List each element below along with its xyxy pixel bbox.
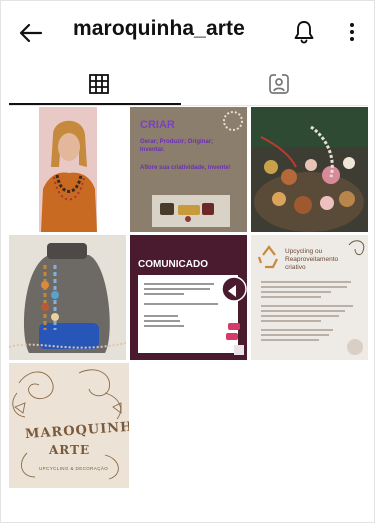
post-heading: Upcycling ou bbox=[285, 248, 323, 255]
logo-brand-line2: ARTE bbox=[49, 443, 91, 457]
profile-username: maroquinha_arte bbox=[73, 17, 245, 40]
grid-icon bbox=[89, 74, 109, 94]
logo-tagline: UPCYCLING & DECORAÇÃO bbox=[39, 466, 109, 471]
tab-tagged[interactable] bbox=[189, 63, 368, 105]
beads-photo bbox=[251, 107, 368, 232]
post-subheading: Reaproveitamento bbox=[285, 256, 339, 263]
post-thumbnail[interactable]: Upcycling ou Reaproveitamento criativo bbox=[251, 235, 368, 360]
comunicado-card-bg bbox=[130, 235, 247, 360]
post-thumbnail[interactable] bbox=[251, 107, 368, 232]
more-vertical-icon[interactable] bbox=[343, 19, 361, 45]
bottle-photo bbox=[9, 235, 126, 360]
post-heading: CRIAR bbox=[140, 119, 175, 131]
post-heading: COMUNICADO bbox=[138, 259, 208, 270]
post-thumbnail[interactable]: COMUNICADO bbox=[130, 235, 247, 360]
post-subheading: criativo bbox=[285, 264, 306, 271]
profile-tabs bbox=[9, 63, 368, 105]
bell-icon[interactable] bbox=[291, 19, 317, 45]
post-text-line: Gerar; Produzir; Originar; bbox=[140, 139, 214, 145]
post-thumbnail[interactable] bbox=[9, 235, 126, 360]
portrait-photo bbox=[9, 107, 126, 232]
post-text-line: Inventar. bbox=[140, 147, 165, 153]
post-thumbnail[interactable] bbox=[9, 107, 126, 232]
post-thumbnail[interactable]: CRIAR Gerar; Produzir; Originar; Inventa… bbox=[130, 107, 247, 232]
tagged-person-icon bbox=[268, 74, 289, 94]
tabs-divider bbox=[9, 105, 368, 106]
post-thumbnail[interactable]: MAROQUINHA ARTE UPCYCLING & DECORAÇÃO bbox=[9, 363, 129, 488]
profile-screen: maroquinha_arte CRIAR Gerar; Produzir; O… bbox=[0, 0, 375, 523]
arrow-left-icon[interactable] bbox=[17, 19, 45, 47]
post-text-line: Aflore sua criatividade, invente! bbox=[140, 165, 231, 171]
tab-posts-grid[interactable] bbox=[9, 63, 189, 105]
profile-header: maroquinha_arte bbox=[1, 1, 375, 61]
